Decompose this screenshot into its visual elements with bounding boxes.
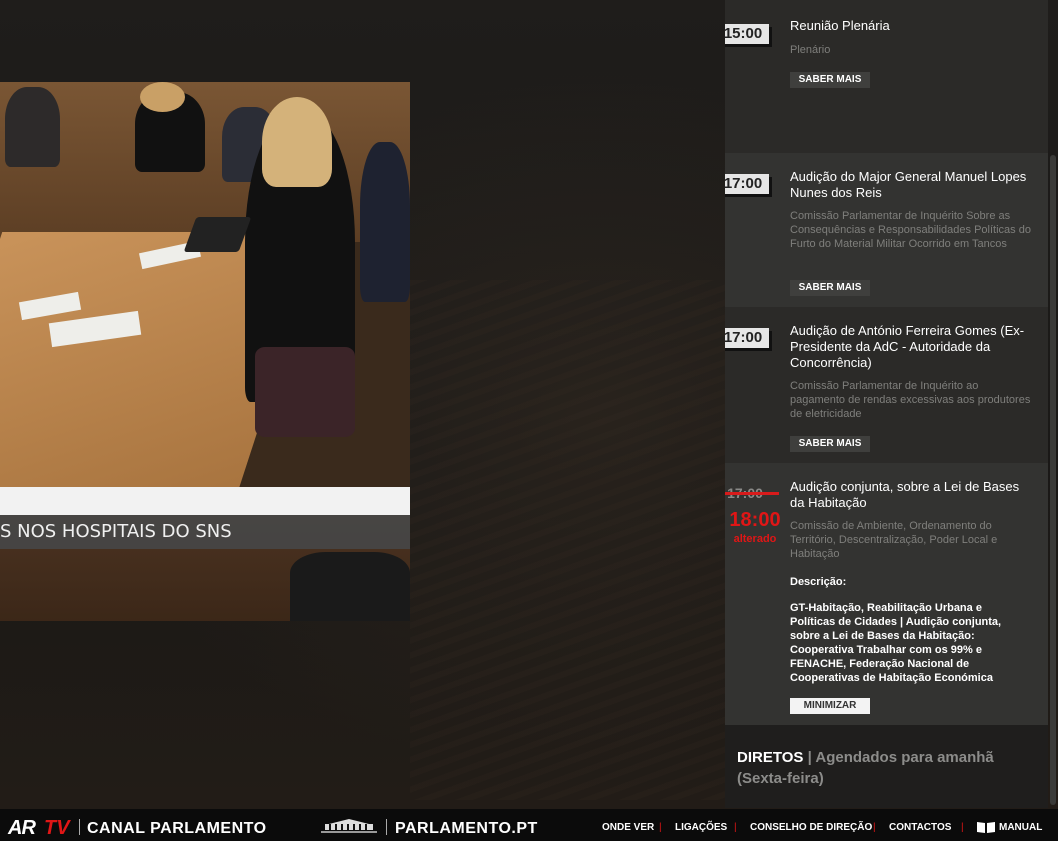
schedule-title: Audição de António Ferreira Gomes (Ex-Pr… [790, 323, 1025, 370]
nav-separator: | [961, 822, 964, 833]
schedule-title: Reunião Plenária [790, 18, 890, 33]
footer-divider [79, 819, 80, 835]
description-label: Descrição: [790, 576, 847, 588]
schedule-time: 17:00 [725, 328, 769, 348]
saber-mais-button[interactable]: SABER MAIS [790, 280, 870, 296]
nav-conselho-de-direcao[interactable]: CONSELHO DE DIREÇÃO [750, 822, 872, 833]
parlamento-pt-link[interactable]: PARLAMENTO.PT [395, 820, 538, 838]
schedule-item-expanded: 17:00 18:00 alterado Audição conjunta, s… [725, 463, 1048, 725]
schedule-new-time: 18:00 [729, 509, 781, 531]
nav-ligacoes[interactable]: LIGAÇÕES [675, 822, 727, 833]
schedule-changed-label: alterado [733, 533, 777, 545]
schedule-org: Plenário [790, 44, 831, 56]
schedule-org: Comissão Parlamentar de Inquérito ao pag… [790, 380, 1031, 420]
video-player[interactable]: S NOS HOSPITAIS DO SNS [0, 82, 410, 621]
video-person-head [140, 82, 185, 112]
schedule-org: Comissão Parlamentar de Inquérito Sobre … [790, 210, 1031, 250]
schedule-title: Audição do Major General Manuel Lopes Nu… [790, 169, 1027, 200]
schedule-org: Comissão de Ambiente, Ordenamento do Ter… [790, 520, 998, 560]
schedule-item: 15:00 Reunião Plenária Plenário SABER MA… [725, 0, 1048, 153]
book-icon[interactable] [976, 821, 996, 834]
saber-mais-button[interactable]: SABER MAIS [790, 72, 870, 88]
assembleia-building-icon[interactable] [321, 818, 377, 834]
schedule-title: Audição conjunta, sobre a Lei de Bases d… [790, 479, 1020, 510]
artv-logo-ar[interactable]: AR [8, 817, 36, 840]
video-person-skirt [255, 347, 355, 437]
schedule-item: 17:00 Audição do Major General Manuel Lo… [725, 153, 1048, 307]
saber-mais-button[interactable]: SABER MAIS [790, 436, 870, 452]
footer-bar: AR TV CANAL PARLAMENTO PARLAMENTO.PT OND… [0, 809, 1058, 841]
schedule-panel[interactable]: 15:00 Reunião Plenária Plenário SABER MA… [725, 0, 1048, 808]
video-person-hair [262, 97, 332, 187]
footer-divider [386, 819, 387, 835]
background-audience [410, 280, 730, 800]
schedule-item: 17:00 Audição de António Ferreira Gomes … [725, 307, 1048, 463]
artv-logo-tv[interactable]: TV [44, 817, 70, 840]
description-text: GT-Habitação, Reabilitação Urbana e Polí… [790, 602, 1002, 684]
canal-parlamento-link[interactable]: CANAL PARLAMENTO [87, 820, 267, 838]
schedule-time: 15:00 [725, 24, 769, 44]
diretos-heading: DIRETOS | Agendados para amanhã (Sexta-f… [737, 747, 1037, 789]
nav-contactos[interactable]: CONTACTOS [889, 822, 951, 833]
diretos-title: DIRETOS [737, 749, 804, 766]
video-person [360, 142, 410, 302]
nav-separator: | [734, 822, 737, 833]
video-lower-third-text: S NOS HOSPITAIS DO SNS [0, 515, 410, 549]
nav-onde-ver[interactable]: ONDE VER [602, 822, 654, 833]
video-chair [290, 552, 410, 621]
time-strikethrough [725, 492, 779, 495]
video-person [5, 87, 60, 167]
nav-separator: | [659, 822, 662, 833]
nav-separator: | [873, 822, 876, 833]
schedule-time: 17:00 [725, 174, 769, 194]
minimizar-button[interactable]: MINIMIZAR [790, 698, 870, 714]
diretos-section: DIRETOS | Agendados para amanhã (Sexta-f… [725, 725, 1048, 808]
nav-manual[interactable]: MANUAL [999, 822, 1042, 833]
video-lower-third-bar [0, 487, 410, 515]
panel-scrollbar[interactable] [1050, 155, 1056, 805]
